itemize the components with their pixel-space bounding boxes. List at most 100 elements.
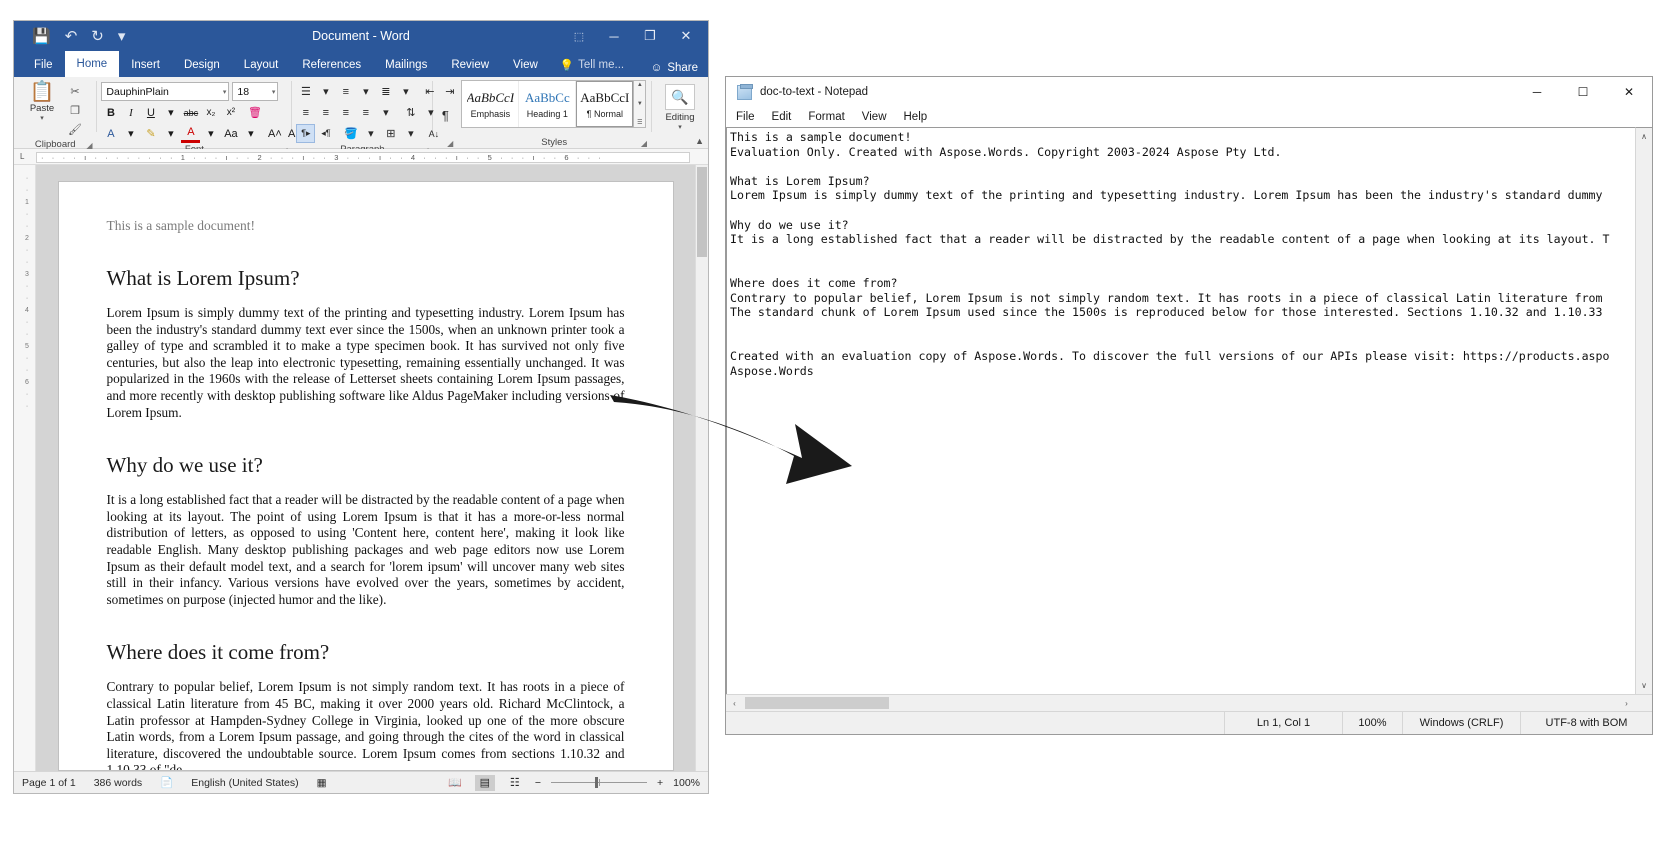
align-left-button[interactable]: ≡ xyxy=(296,103,315,122)
tell-me-box[interactable]: 💡 Tell me... xyxy=(550,53,634,77)
zoom-slider-knob[interactable] xyxy=(595,777,598,788)
line-spacing-button[interactable]: ⇅ xyxy=(401,103,420,122)
font-name-combobox[interactable]: DauphinPlain ▾ xyxy=(101,82,229,101)
hscroll-track[interactable] xyxy=(743,695,1618,711)
menu-edit[interactable]: Edit xyxy=(772,111,792,123)
document-page[interactable]: This is a sample document! What is Lorem… xyxy=(58,181,674,771)
maximize-button[interactable]: ☐ xyxy=(1560,77,1606,107)
bold-button[interactable]: B xyxy=(101,103,120,122)
tab-selector-icon[interactable]: L xyxy=(20,152,24,161)
style-normal[interactable]: AaBbCcI ¶ Normal xyxy=(576,81,633,127)
chevron-down-icon[interactable]: ▾ xyxy=(241,124,260,143)
chevron-down-icon[interactable]: ▾ xyxy=(272,88,276,96)
menu-help[interactable]: Help xyxy=(904,111,928,123)
chevron-down-icon[interactable]: ▾ xyxy=(356,82,375,101)
borders-button[interactable]: ⊞ xyxy=(381,124,400,143)
restore-button[interactable]: ❐ xyxy=(632,21,668,51)
text-highlight-button[interactable]: ✎ xyxy=(141,124,160,143)
multilevel-list-button[interactable]: ≣ xyxy=(376,82,395,101)
numbering-button[interactable]: ≡ xyxy=(336,82,355,101)
tab-layout[interactable]: Layout xyxy=(232,53,291,77)
tab-file[interactable]: File xyxy=(22,53,65,77)
format-painter-icon[interactable]: 🖌 xyxy=(66,121,84,138)
style-heading-1[interactable]: AaBbCс Heading 1 xyxy=(519,81,576,127)
more-styles-icon[interactable]: ☰ xyxy=(637,119,642,126)
chevron-down-icon[interactable]: ▾ xyxy=(678,123,682,131)
change-case-button[interactable]: Aa xyxy=(221,124,240,143)
paste-button[interactable]: 📋 Paste ▾ xyxy=(18,80,66,122)
style-emphasis[interactable]: AaBbCcI Emphasis xyxy=(462,81,519,127)
clear-formatting-button[interactable]: 🗑 xyxy=(245,103,264,122)
strikethrough-button[interactable]: abc xyxy=(181,103,200,122)
menu-view[interactable]: View xyxy=(862,111,887,123)
word-vertical-scrollbar[interactable] xyxy=(695,165,708,771)
close-button[interactable]: ✕ xyxy=(1606,77,1652,107)
menu-file[interactable]: File xyxy=(736,111,755,123)
font-color-button[interactable]: A xyxy=(181,124,200,143)
chevron-down-icon[interactable]: ▾ xyxy=(201,124,220,143)
grow-font-button[interactable]: A˄ xyxy=(265,124,284,143)
notepad-horizontal-scrollbar[interactable]: ‹ › xyxy=(726,694,1652,711)
tab-mailings[interactable]: Mailings xyxy=(373,53,439,77)
tab-view[interactable]: View xyxy=(501,53,550,77)
zoom-in-button[interactable]: + xyxy=(657,777,663,789)
superscript-button[interactable]: x² xyxy=(221,103,240,122)
minimize-button[interactable]: ─ xyxy=(1514,77,1560,107)
web-layout-view-button[interactable]: ☷ xyxy=(505,775,525,791)
read-mode-view-button[interactable]: 📖 xyxy=(445,775,465,791)
copy-icon[interactable]: ❐ xyxy=(66,102,84,119)
bullets-button[interactable]: ☰ xyxy=(296,82,315,101)
chevron-down-icon[interactable]: ▾ xyxy=(376,103,395,122)
show-formatting-marks-button[interactable]: ¶ xyxy=(436,106,455,125)
notepad-vertical-scrollbar[interactable]: ∧ ∨ xyxy=(1635,127,1652,694)
styles-gallery-scroll[interactable]: ▲ ▼ ☰ xyxy=(634,80,646,128)
font-size-combobox[interactable]: 18 ▾ xyxy=(232,82,278,101)
chevron-down-icon[interactable]: ▾ xyxy=(316,82,335,101)
cut-icon[interactable]: ✂ xyxy=(66,83,84,100)
language-indicator[interactable]: English (United States) xyxy=(191,777,298,789)
ltr-text-direction-button[interactable]: ¶▸ xyxy=(296,124,315,143)
horizontal-ruler[interactable]: L · · · · ı · · · · · · · · 1 · · · ı · … xyxy=(14,149,708,165)
shading-button[interactable]: 🪣 xyxy=(341,124,360,143)
text-effects-button[interactable]: A xyxy=(101,124,120,143)
print-layout-view-button[interactable]: ▤ xyxy=(475,775,495,791)
ribbon-display-options-icon[interactable]: ⬚ xyxy=(562,21,596,51)
justify-button[interactable]: ≡ xyxy=(356,103,375,122)
editing-button[interactable]: 🔍 Editing ▾ xyxy=(656,80,704,131)
minimize-button[interactable]: ─ xyxy=(596,21,632,51)
align-center-button[interactable]: ≡ xyxy=(316,103,335,122)
tab-review[interactable]: Review xyxy=(439,53,501,77)
zoom-level[interactable]: 100% xyxy=(673,777,700,789)
menu-format[interactable]: Format xyxy=(808,111,844,123)
scrollbar-thumb[interactable] xyxy=(697,167,707,257)
chevron-down-icon[interactable]: ▾ xyxy=(121,124,140,143)
tab-design[interactable]: Design xyxy=(172,53,232,77)
chevron-down-icon[interactable]: ▾ xyxy=(40,114,44,122)
chevron-down-icon[interactable]: ▾ xyxy=(361,124,380,143)
underline-dropdown[interactable]: ▾ xyxy=(161,103,180,122)
chevron-down-icon[interactable]: ▾ xyxy=(161,124,180,143)
zoom-out-button[interactable]: − xyxy=(535,777,541,789)
scroll-up-icon[interactable]: ∧ xyxy=(1636,128,1653,145)
scroll-right-icon[interactable]: › xyxy=(1618,695,1635,712)
zoom-slider[interactable] xyxy=(551,776,647,790)
chevron-down-icon[interactable]: ▾ xyxy=(401,124,420,143)
tab-home[interactable]: Home xyxy=(65,51,120,77)
spell-check-icon[interactable]: 📄 xyxy=(160,776,173,789)
subscript-button[interactable]: x₂ xyxy=(201,103,220,122)
chevron-down-icon[interactable]: ▾ xyxy=(223,88,227,96)
tab-insert[interactable]: Insert xyxy=(119,53,172,77)
chevron-down-icon[interactable]: ▾ xyxy=(396,82,415,101)
page-indicator[interactable]: Page 1 of 1 xyxy=(22,777,76,789)
share-button[interactable]: ☺ Share xyxy=(651,62,698,74)
align-right-button[interactable]: ≡ xyxy=(336,103,355,122)
underline-button[interactable]: U xyxy=(141,103,160,122)
rtl-text-direction-button[interactable]: ◂¶ xyxy=(316,124,335,143)
accessibility-icon[interactable]: ▦ xyxy=(317,777,327,789)
italic-button[interactable]: I xyxy=(121,103,140,122)
chevron-up-icon[interactable]: ▲ xyxy=(637,82,643,88)
collapse-ribbon-icon[interactable]: ▲ xyxy=(695,136,704,146)
chevron-down-icon[interactable]: ▼ xyxy=(637,101,643,107)
scroll-down-icon[interactable]: ∨ xyxy=(1636,677,1653,694)
tab-references[interactable]: References xyxy=(290,53,373,77)
